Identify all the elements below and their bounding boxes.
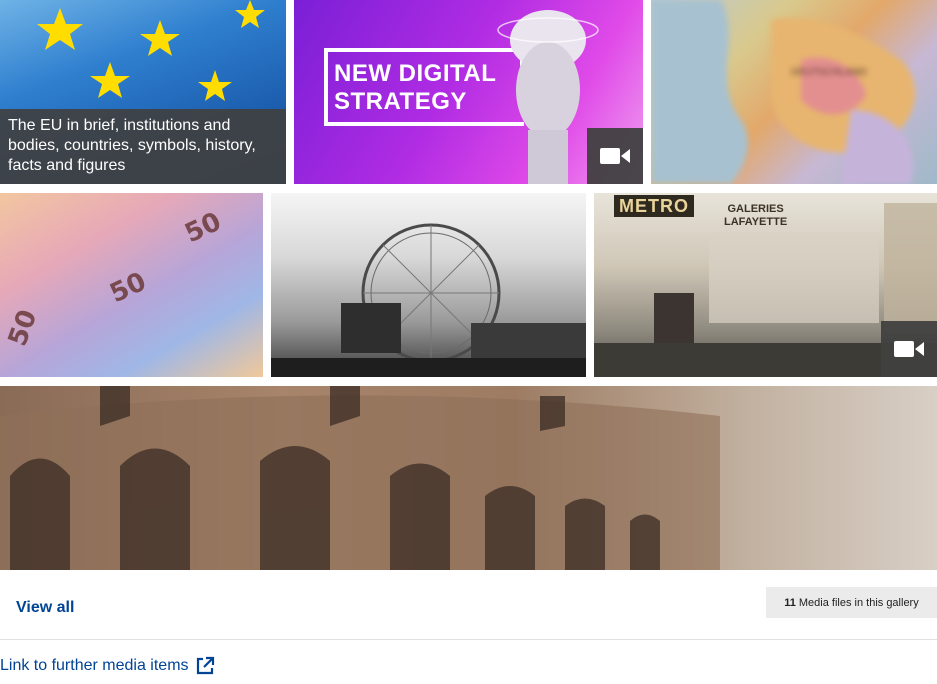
gallery-item-caption: The EU in brief, institutions and bodies…: [0, 109, 286, 184]
colosseum-image: [0, 386, 720, 570]
banknote-value: 50: [180, 206, 226, 250]
video-badge: [881, 321, 937, 377]
video-badge: [587, 128, 643, 184]
banknote-value: 50: [2, 305, 44, 351]
gallery-item-euro-banknotes[interactable]: 50 50 50: [0, 193, 263, 377]
image-title-line-1: NEW DIGITAL: [334, 60, 497, 87]
gallery-item-colosseum[interactable]: [0, 386, 937, 570]
divider: [0, 639, 937, 640]
video-camera-icon: [894, 341, 924, 357]
europe-map-image: DEUTSCHLAND: [651, 0, 916, 184]
view-all-link[interactable]: View all: [16, 599, 74, 617]
media-count-number: 11: [784, 596, 796, 609]
gallery-item-paris-metro[interactable]: METRO GALERIES LAFAYETTE: [594, 193, 937, 377]
gallery-item-digital-strategy[interactable]: NEW DIGITAL STRATEGY: [294, 0, 643, 184]
media-count-text: Media files in this gallery: [798, 596, 919, 609]
media-count-badge: 11 Media files in this gallery: [766, 587, 937, 618]
gallery-item-europe-map[interactable]: DEUTSCHLAND: [651, 0, 937, 184]
further-media-link-label: Link to further media items: [0, 657, 189, 674]
gallery-item-eu-in-brief[interactable]: The EU in brief, institutions and bodies…: [0, 0, 286, 184]
banknote-value: 50: [105, 266, 151, 310]
london-eye-image: [271, 223, 586, 377]
video-camera-icon: [600, 148, 630, 164]
gallery-item-london-eye[interactable]: [271, 193, 586, 377]
image-title-text: NEW DIGITAL STRATEGY: [334, 60, 496, 116]
further-media-link[interactable]: Link to further media items: [0, 656, 215, 676]
image-title-line-2: STRATEGY: [334, 88, 467, 115]
external-link-icon: [196, 656, 214, 675]
map-label: DEUTSCHLAND: [791, 67, 867, 78]
